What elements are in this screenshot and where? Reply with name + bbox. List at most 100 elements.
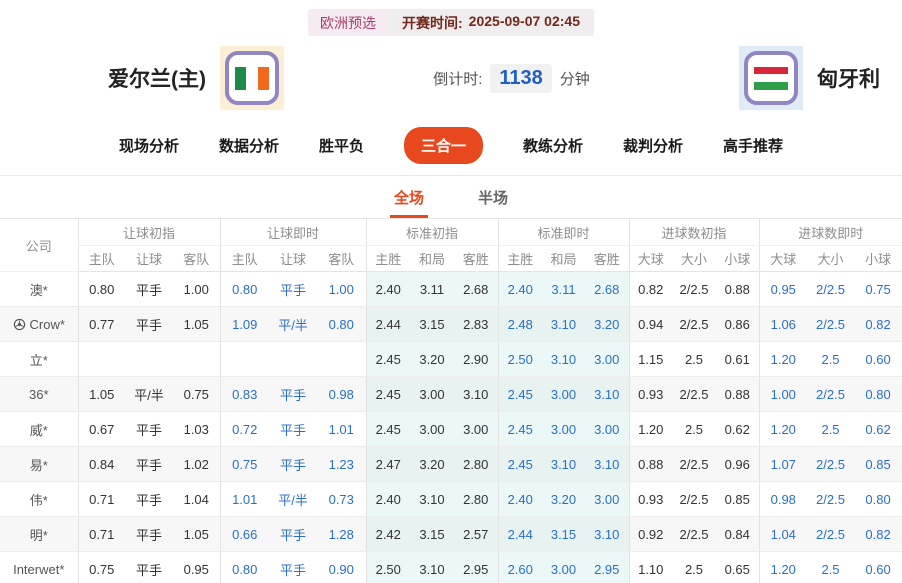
- odds-cell: 0.92: [629, 517, 672, 552]
- odds-cell: 0.75: [220, 447, 269, 482]
- odds-cell: 平手: [269, 552, 317, 583]
- nav-tab-6[interactable]: 裁判分析: [623, 135, 683, 156]
- odds-cell: 2.68: [585, 272, 629, 307]
- sub-column-header: 让球: [125, 246, 173, 272]
- odds-cell: 2/2.5: [672, 447, 716, 482]
- odds-cell: 3.00: [410, 412, 454, 447]
- odds-cell: 2.80: [454, 482, 498, 517]
- odds-cell: [173, 342, 220, 377]
- odds-cell: 0.65: [716, 552, 759, 583]
- odds-cell: 1.20: [759, 342, 807, 377]
- odds-cell: 2.50: [366, 552, 410, 583]
- odds-cell: 2.40: [366, 482, 410, 517]
- nav-tabs: 现场分析 数据分析 胜平负 三合一 教练分析 裁判分析 高手推荐: [0, 126, 902, 164]
- odds-cell: [317, 342, 366, 377]
- odds-cell: 2.45: [366, 377, 410, 412]
- ireland-flag-icon: [220, 46, 284, 110]
- odds-cell: 1.01: [317, 412, 366, 447]
- company-cell[interactable]: 立*: [0, 342, 78, 377]
- odds-cell: 1.20: [629, 412, 672, 447]
- odds-cell: 平/半: [269, 307, 317, 342]
- odds-cell: 2.5: [807, 412, 854, 447]
- odds-cell: 3.20: [410, 447, 454, 482]
- team-header: 爱尔兰(主) 倒计时: 1138 分钟 匈牙利: [0, 36, 902, 114]
- odds-cell: 1.04: [759, 517, 807, 552]
- odds-cell: 0.80: [854, 482, 902, 517]
- odds-cell: 2.95: [454, 552, 498, 583]
- odds-cell: 0.85: [716, 482, 759, 517]
- odds-cell: 2.57: [454, 517, 498, 552]
- odds-cell: 3.10: [585, 377, 629, 412]
- company-cell[interactable]: 36*: [0, 377, 78, 412]
- odds-row: 威*0.67平手1.030.72平手1.012.453.003.002.453.…: [0, 412, 902, 447]
- odds-cell: 平手: [125, 482, 173, 517]
- flag-tile: [225, 51, 279, 105]
- odds-cell: 2.5: [807, 552, 854, 583]
- odds-cell: 2/2.5: [672, 377, 716, 412]
- odds-cell: 0.80: [220, 272, 269, 307]
- company-cell[interactable]: 伟*: [0, 482, 78, 517]
- odds-row: Crow*0.77平手1.051.09平/半0.802.443.152.832.…: [0, 307, 902, 342]
- sub-column-header: 主胜: [366, 246, 410, 272]
- group-header-handicap-initial: 让球初指: [78, 219, 220, 246]
- company-cell[interactable]: 明*: [0, 517, 78, 552]
- odds-cell: 3.00: [542, 377, 585, 412]
- odds-cell: 3.11: [410, 272, 454, 307]
- odds-cell: 2.80: [454, 447, 498, 482]
- odds-cell: 0.60: [854, 342, 902, 377]
- odds-cell: 3.00: [585, 412, 629, 447]
- odds-row: 易*0.84平手1.020.75平手1.232.473.202.802.453.…: [0, 447, 902, 482]
- odds-cell: 0.95: [173, 552, 220, 583]
- odds-cell: 2.45: [366, 342, 410, 377]
- nav-tab-1[interactable]: 现场分析: [119, 135, 179, 156]
- odds-cell: 2.45: [498, 412, 542, 447]
- nav-tab-4[interactable]: 三合一: [404, 127, 483, 164]
- nav-tab-3[interactable]: 胜平负: [319, 135, 364, 156]
- odds-cell: 2/2.5: [807, 447, 854, 482]
- odds-cell: 2.90: [454, 342, 498, 377]
- company-cell[interactable]: 澳*: [0, 272, 78, 307]
- scope-tab-2[interactable]: 半场: [474, 176, 512, 218]
- odds-cell: 0.86: [716, 307, 759, 342]
- odds-cell: 0.84: [78, 447, 125, 482]
- company-cell[interactable]: 威*: [0, 412, 78, 447]
- odds-cell: 3.10: [454, 377, 498, 412]
- odds-cell: 平手: [269, 517, 317, 552]
- odds-cell: 2/2.5: [672, 272, 716, 307]
- odds-cell: 平手: [125, 552, 173, 583]
- company-cell[interactable]: Crow*: [0, 307, 78, 342]
- odds-cell: 3.00: [454, 412, 498, 447]
- odds-cell: 0.71: [78, 482, 125, 517]
- odds-cell: 0.80: [317, 307, 366, 342]
- odds-cell: [269, 342, 317, 377]
- odds-cell: 2/2.5: [807, 307, 854, 342]
- home-team: 爱尔兰(主): [108, 46, 284, 110]
- odds-cell: 1.06: [759, 307, 807, 342]
- company-cell[interactable]: Interwet*: [0, 552, 78, 583]
- sub-column-header: 和局: [410, 246, 454, 272]
- odds-cell: 平手: [269, 272, 317, 307]
- odds-cell: 0.62: [716, 412, 759, 447]
- odds-cell: 0.75: [173, 377, 220, 412]
- odds-cell: 0.88: [629, 447, 672, 482]
- company-cell[interactable]: 易*: [0, 447, 78, 482]
- odds-cell: 0.80: [854, 377, 902, 412]
- odds-cell: 3.20: [542, 482, 585, 517]
- odds-cell: 平手: [125, 307, 173, 342]
- company-name: 明*: [30, 528, 48, 543]
- odds-cell: 3.10: [410, 552, 454, 583]
- nav-tab-5[interactable]: 教练分析: [523, 135, 583, 156]
- odds-cell: 0.98: [759, 482, 807, 517]
- odds-cell: 1.23: [317, 447, 366, 482]
- odds-cell: 3.10: [542, 307, 585, 342]
- scope-tab-1[interactable]: 全场: [390, 176, 428, 218]
- nav-tab-2[interactable]: 数据分析: [219, 135, 279, 156]
- odds-cell: 1.01: [220, 482, 269, 517]
- odds-row: Interwet*0.75平手0.950.80平手0.902.503.102.9…: [0, 552, 902, 583]
- nav-tab-7[interactable]: 高手推荐: [723, 135, 783, 156]
- odds-cell: 2.5: [807, 342, 854, 377]
- odds-cell: 3.15: [410, 517, 454, 552]
- odds-cell: 3.10: [542, 447, 585, 482]
- odds-cell: 2/2.5: [807, 272, 854, 307]
- topbar: 欧洲预选 开赛时间: 2025-09-07 02:45: [0, 0, 902, 36]
